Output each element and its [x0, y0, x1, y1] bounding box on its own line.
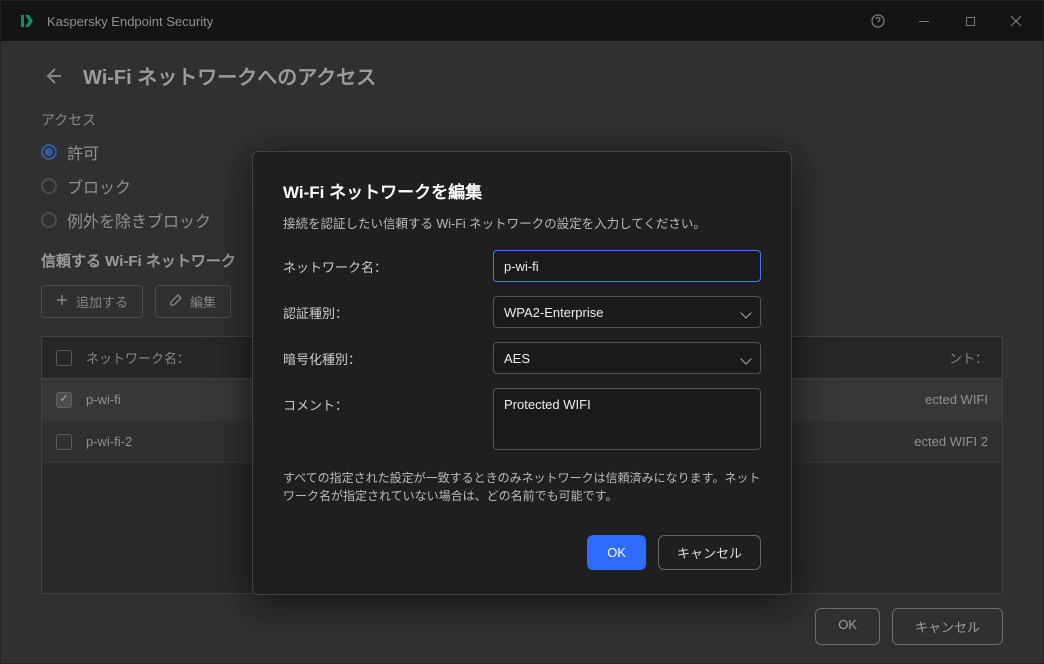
modal-cancel-button[interactable]: キャンセル	[658, 535, 761, 570]
comment-textarea[interactable]	[493, 388, 761, 450]
modal-description: 接続を認証したい信頼する Wi-Fi ネットワークの設定を入力してください。	[283, 213, 761, 232]
form-row-auth: 認証種別： WPA2-Enterprise	[283, 296, 761, 328]
form-row-cipher: 暗号化種別： AES	[283, 342, 761, 374]
modal-note: すべての指定された設定が一致するときのみネットワークは信頼済みになります。ネット…	[283, 469, 761, 505]
app-window: Kaspersky Endpoint Security Wi-Fi ネットワーク…	[0, 0, 1044, 664]
chevron-down-icon	[742, 305, 750, 320]
chevron-down-icon	[742, 351, 750, 366]
comment-label: コメント：	[283, 388, 493, 414]
network-name-label: ネットワーク名：	[283, 250, 493, 276]
form-row-network-name: ネットワーク名：	[283, 250, 761, 282]
network-name-input[interactable]	[493, 250, 761, 282]
cipher-type-label: 暗号化種別：	[283, 342, 493, 368]
auth-type-value: WPA2-Enterprise	[504, 305, 603, 320]
modal-ok-button[interactable]: OK	[587, 535, 646, 570]
cipher-type-value: AES	[504, 351, 530, 366]
auth-type-select[interactable]: WPA2-Enterprise	[493, 296, 761, 328]
modal-footer: OK キャンセル	[283, 535, 761, 570]
cipher-type-select[interactable]: AES	[493, 342, 761, 374]
edit-network-modal: Wi-Fi ネットワークを編集 接続を認証したい信頼する Wi-Fi ネットワー…	[252, 151, 792, 595]
auth-type-label: 認証種別：	[283, 296, 493, 322]
modal-title: Wi-Fi ネットワークを編集	[283, 178, 761, 203]
form-row-comment: コメント：	[283, 388, 761, 455]
